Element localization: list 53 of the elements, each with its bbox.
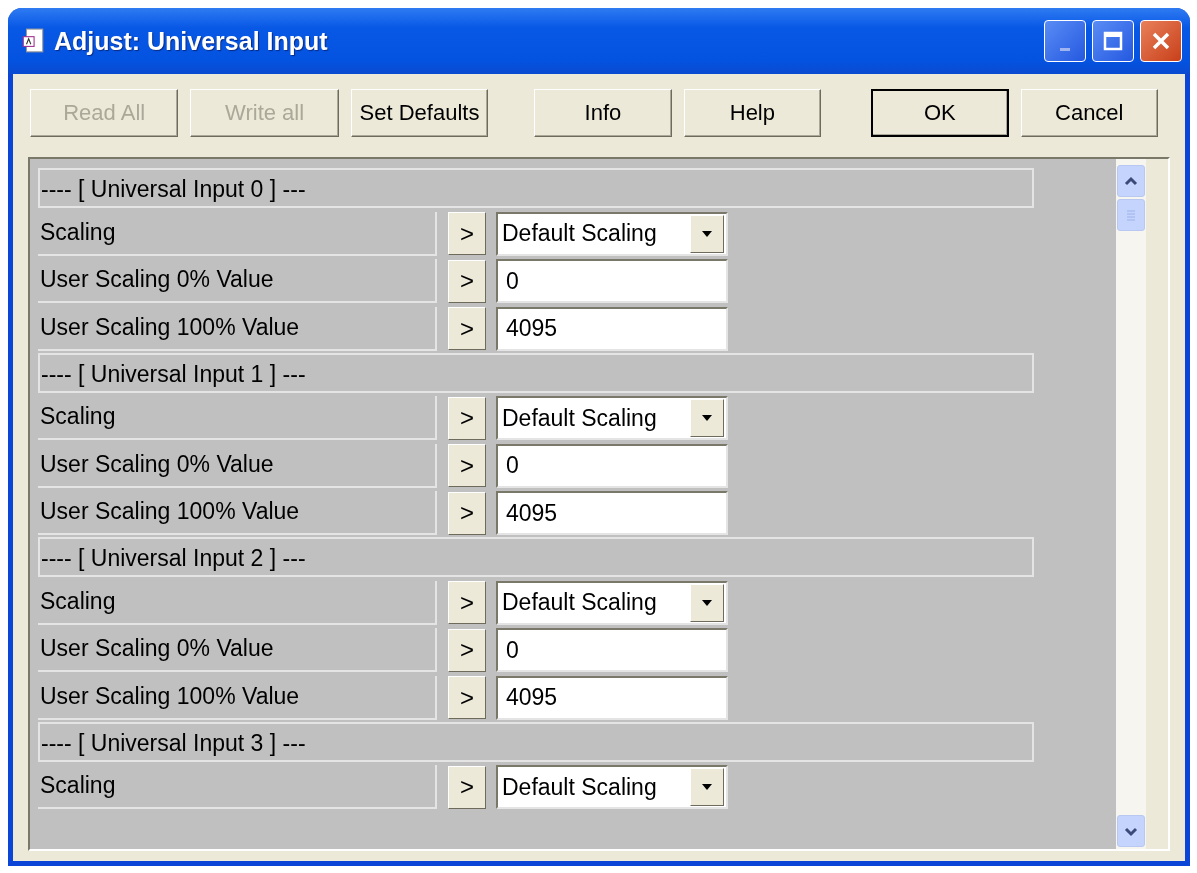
toolbar-button[interactable]: Set Defaults: [350, 88, 489, 137]
parameter-label: Scaling: [38, 396, 437, 441]
value-field[interactable]: 0: [496, 628, 728, 673]
document-icon: [20, 28, 46, 54]
value-field[interactable]: 4095: [496, 306, 728, 351]
toolbar-button[interactable]: Cancel: [1020, 88, 1158, 137]
send-button[interactable]: >: [448, 307, 486, 351]
section-header: ---- [ Universal Input 0 ] ---: [38, 168, 1034, 208]
toolbar-button[interactable]: Info: [534, 88, 672, 137]
maximize-button[interactable]: [1092, 20, 1134, 62]
scaling-dropdown[interactable]: Default Scaling: [496, 580, 728, 625]
parameter-label: Scaling: [38, 211, 437, 256]
section-header: ---- [ Universal Input 3 ] ---: [38, 721, 1034, 762]
send-button[interactable]: >: [448, 396, 486, 440]
scaling-dropdown[interactable]: Default Scaling: [496, 211, 728, 256]
parameter-label: User Scaling 0% Value: [38, 259, 437, 304]
window-title: Adjust: Universal Input: [54, 26, 329, 56]
minimize-icon: [1060, 47, 1070, 51]
value-field[interactable]: 4095: [496, 675, 728, 720]
scroll-thumb[interactable]: [1117, 199, 1145, 231]
parameter-label: User Scaling 100% Value: [38, 675, 437, 720]
parameter-label: User Scaling 100% Value: [38, 306, 437, 351]
parameter-label: User Scaling 0% Value: [38, 628, 437, 673]
parameter-label: User Scaling 0% Value: [38, 443, 437, 488]
scaling-dropdown[interactable]: Default Scaling: [496, 396, 728, 441]
send-button[interactable]: >: [448, 676, 486, 720]
toolbar-button[interactable]: OK: [871, 88, 1009, 137]
value-field[interactable]: 4095: [496, 491, 728, 536]
scroll-down-button[interactable]: [1117, 815, 1145, 847]
close-button[interactable]: [1140, 20, 1182, 62]
dropdown-arrow-icon: [701, 414, 713, 423]
value-field[interactable]: 0: [496, 259, 728, 304]
dropdown-arrow-icon: [701, 229, 713, 238]
send-button[interactable]: >: [448, 444, 486, 488]
send-button[interactable]: >: [448, 628, 486, 672]
value-field[interactable]: 0: [496, 443, 728, 488]
send-button[interactable]: >: [448, 581, 486, 625]
scaling-dropdown[interactable]: Default Scaling: [496, 765, 728, 810]
parameter-label: Scaling: [38, 765, 437, 810]
section-header: ---- [ Universal Input 2 ] ---: [38, 537, 1034, 577]
send-button[interactable]: >: [448, 259, 486, 303]
send-button[interactable]: >: [448, 491, 486, 535]
scroll-up-button[interactable]: [1117, 165, 1145, 197]
parameter-label: User Scaling 100% Value: [38, 491, 437, 536]
dropdown-arrow-icon: [701, 598, 713, 607]
minimize-button[interactable]: [1044, 20, 1086, 62]
scrollbar[interactable]: [1116, 159, 1146, 849]
parameter-label: Scaling: [38, 580, 437, 625]
toolbar-button[interactable]: Help: [683, 88, 822, 137]
send-button[interactable]: >: [448, 212, 486, 256]
section-header: ---- [ Universal Input 1 ] ---: [38, 352, 1034, 393]
dropdown-arrow-icon: [701, 783, 713, 792]
send-button[interactable]: >: [448, 765, 486, 809]
